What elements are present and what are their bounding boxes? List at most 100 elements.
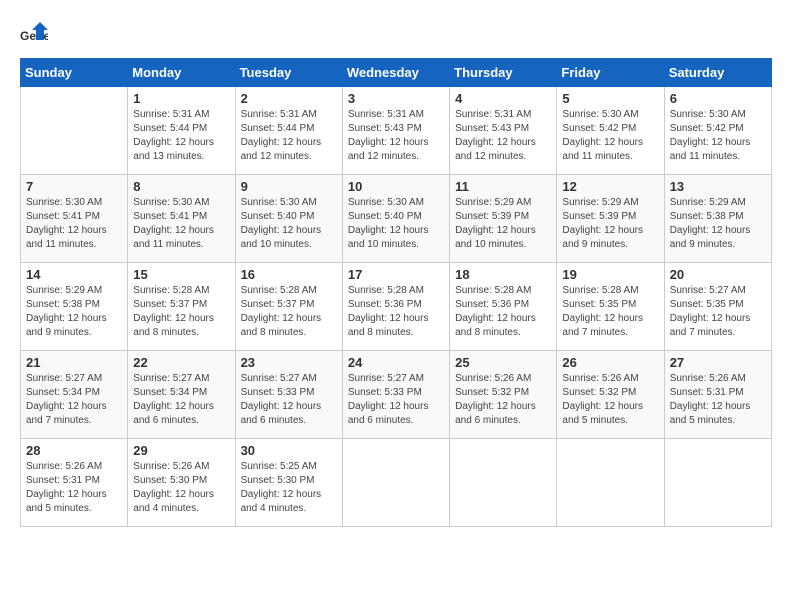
day-number: 16 bbox=[241, 267, 337, 282]
day-number: 17 bbox=[348, 267, 444, 282]
calendar-cell: 12 Sunrise: 5:29 AM Sunset: 5:39 PM Dayli… bbox=[557, 175, 664, 263]
header-cell-thursday: Thursday bbox=[450, 59, 557, 87]
calendar-cell: 10 Sunrise: 5:30 AM Sunset: 5:40 PM Dayli… bbox=[342, 175, 449, 263]
calendar-cell: 7 Sunrise: 5:30 AM Sunset: 5:41 PM Daylig… bbox=[21, 175, 128, 263]
calendar-cell bbox=[557, 439, 664, 527]
calendar-cell bbox=[21, 87, 128, 175]
day-detail: Sunrise: 5:29 AM Sunset: 5:39 PM Dayligh… bbox=[455, 196, 551, 252]
day-detail: Sunrise: 5:30 AM Sunset: 5:41 PM Dayligh… bbox=[26, 196, 122, 252]
day-detail: Sunrise: 5:28 AM Sunset: 5:37 PM Dayligh… bbox=[241, 284, 337, 340]
day-number: 2 bbox=[241, 91, 337, 106]
day-number: 25 bbox=[455, 355, 551, 370]
day-detail: Sunrise: 5:30 AM Sunset: 5:42 PM Dayligh… bbox=[670, 108, 766, 164]
week-row-5: 28Sunrise: 5:26 AM Sunset: 5:31 PM Dayli… bbox=[21, 439, 772, 527]
calendar-cell: 25 Sunrise: 5:26 AM Sunset: 5:32 PM Dayli… bbox=[450, 351, 557, 439]
calendar-cell: 21 Sunrise: 5:27 AM Sunset: 5:34 PM Dayli… bbox=[21, 351, 128, 439]
day-number: 19 bbox=[562, 267, 658, 282]
day-number: 20 bbox=[670, 267, 766, 282]
calendar-cell: 20 Sunrise: 5:27 AM Sunset: 5:35 PM Dayli… bbox=[664, 263, 771, 351]
day-number: 23 bbox=[241, 355, 337, 370]
day-number: 10 bbox=[348, 179, 444, 194]
calendar-cell: 14 Sunrise: 5:29 AM Sunset: 5:38 PM Dayli… bbox=[21, 263, 128, 351]
day-detail: Sunrise: 5:30 AM Sunset: 5:40 PM Dayligh… bbox=[348, 196, 444, 252]
calendar-header: SundayMondayTuesdayWednesdayThursdayFrid… bbox=[21, 59, 772, 87]
calendar-cell: 5Sunrise: 5:30 AM Sunset: 5:42 PM Daylig… bbox=[557, 87, 664, 175]
day-number: 26 bbox=[562, 355, 658, 370]
day-detail: Sunrise: 5:27 AM Sunset: 5:35 PM Dayligh… bbox=[670, 284, 766, 340]
day-number: 22 bbox=[133, 355, 229, 370]
day-detail: Sunrise: 5:28 AM Sunset: 5:36 PM Dayligh… bbox=[455, 284, 551, 340]
day-number: 8 bbox=[133, 179, 229, 194]
calendar-cell: 29Sunrise: 5:26 AM Sunset: 5:30 PM Dayli… bbox=[128, 439, 235, 527]
day-number: 4 bbox=[455, 91, 551, 106]
calendar-cell: 15 Sunrise: 5:28 AM Sunset: 5:37 PM Dayli… bbox=[128, 263, 235, 351]
header-cell-saturday: Saturday bbox=[664, 59, 771, 87]
day-number: 30 bbox=[241, 443, 337, 458]
calendar-cell: 16 Sunrise: 5:28 AM Sunset: 5:37 PM Dayli… bbox=[235, 263, 342, 351]
week-row-2: 7 Sunrise: 5:30 AM Sunset: 5:41 PM Daylig… bbox=[21, 175, 772, 263]
day-number: 27 bbox=[670, 355, 766, 370]
day-detail: Sunrise: 5:26 AM Sunset: 5:30 PM Dayligh… bbox=[133, 460, 229, 516]
day-detail: Sunrise: 5:31 AM Sunset: 5:43 PM Dayligh… bbox=[348, 108, 444, 164]
day-number: 12 bbox=[562, 179, 658, 194]
day-detail: Sunrise: 5:27 AM Sunset: 5:33 PM Dayligh… bbox=[348, 372, 444, 428]
day-detail: Sunrise: 5:30 AM Sunset: 5:40 PM Dayligh… bbox=[241, 196, 337, 252]
day-detail: Sunrise: 5:31 AM Sunset: 5:44 PM Dayligh… bbox=[241, 108, 337, 164]
calendar-cell: 24 Sunrise: 5:27 AM Sunset: 5:33 PM Dayli… bbox=[342, 351, 449, 439]
day-number: 1 bbox=[133, 91, 229, 106]
week-row-1: 1 Sunrise: 5:31 AM Sunset: 5:44 PM Daylig… bbox=[21, 87, 772, 175]
day-detail: Sunrise: 5:31 AM Sunset: 5:43 PM Dayligh… bbox=[455, 108, 551, 164]
day-detail: Sunrise: 5:27 AM Sunset: 5:34 PM Dayligh… bbox=[26, 372, 122, 428]
calendar-cell: 8 Sunrise: 5:30 AM Sunset: 5:41 PM Daylig… bbox=[128, 175, 235, 263]
calendar-cell bbox=[450, 439, 557, 527]
day-number: 13 bbox=[670, 179, 766, 194]
calendar-cell: 28Sunrise: 5:26 AM Sunset: 5:31 PM Dayli… bbox=[21, 439, 128, 527]
day-detail: Sunrise: 5:28 AM Sunset: 5:37 PM Dayligh… bbox=[133, 284, 229, 340]
day-number: 6 bbox=[670, 91, 766, 106]
calendar-cell: 2 Sunrise: 5:31 AM Sunset: 5:44 PM Daylig… bbox=[235, 87, 342, 175]
day-detail: Sunrise: 5:27 AM Sunset: 5:33 PM Dayligh… bbox=[241, 372, 337, 428]
day-number: 21 bbox=[26, 355, 122, 370]
header-cell-sunday: Sunday bbox=[21, 59, 128, 87]
calendar-cell: 4 Sunrise: 5:31 AM Sunset: 5:43 PM Daylig… bbox=[450, 87, 557, 175]
day-number: 24 bbox=[348, 355, 444, 370]
day-number: 11 bbox=[455, 179, 551, 194]
day-detail: Sunrise: 5:26 AM Sunset: 5:32 PM Dayligh… bbox=[562, 372, 658, 428]
calendar-cell: 9 Sunrise: 5:30 AM Sunset: 5:40 PM Daylig… bbox=[235, 175, 342, 263]
calendar-cell: 26 Sunrise: 5:26 AM Sunset: 5:32 PM Dayli… bbox=[557, 351, 664, 439]
calendar-cell: 22 Sunrise: 5:27 AM Sunset: 5:34 PM Dayli… bbox=[128, 351, 235, 439]
calendar-cell: 19Sunrise: 5:28 AM Sunset: 5:35 PM Dayli… bbox=[557, 263, 664, 351]
calendar-body: 1 Sunrise: 5:31 AM Sunset: 5:44 PM Daylig… bbox=[21, 87, 772, 527]
day-number: 14 bbox=[26, 267, 122, 282]
calendar-cell: 3 Sunrise: 5:31 AM Sunset: 5:43 PM Daylig… bbox=[342, 87, 449, 175]
week-row-3: 14 Sunrise: 5:29 AM Sunset: 5:38 PM Dayli… bbox=[21, 263, 772, 351]
calendar-cell: 13 Sunrise: 5:29 AM Sunset: 5:38 PM Dayli… bbox=[664, 175, 771, 263]
header-cell-monday: Monday bbox=[128, 59, 235, 87]
day-detail: Sunrise: 5:28 AM Sunset: 5:36 PM Dayligh… bbox=[348, 284, 444, 340]
header-cell-tuesday: Tuesday bbox=[235, 59, 342, 87]
day-detail: Sunrise: 5:25 AM Sunset: 5:30 PM Dayligh… bbox=[241, 460, 337, 516]
logo-icon: General bbox=[20, 20, 48, 48]
day-detail: Sunrise: 5:29 AM Sunset: 5:38 PM Dayligh… bbox=[26, 284, 122, 340]
day-number: 15 bbox=[133, 267, 229, 282]
day-number: 18 bbox=[455, 267, 551, 282]
calendar-cell: 17 Sunrise: 5:28 AM Sunset: 5:36 PM Dayli… bbox=[342, 263, 449, 351]
week-row-4: 21 Sunrise: 5:27 AM Sunset: 5:34 PM Dayli… bbox=[21, 351, 772, 439]
day-detail: Sunrise: 5:29 AM Sunset: 5:38 PM Dayligh… bbox=[670, 196, 766, 252]
logo: General bbox=[20, 20, 52, 48]
day-detail: Sunrise: 5:26 AM Sunset: 5:32 PM Dayligh… bbox=[455, 372, 551, 428]
day-number: 3 bbox=[348, 91, 444, 106]
calendar-cell: 27Sunrise: 5:26 AM Sunset: 5:31 PM Dayli… bbox=[664, 351, 771, 439]
day-detail: Sunrise: 5:29 AM Sunset: 5:39 PM Dayligh… bbox=[562, 196, 658, 252]
day-number: 5 bbox=[562, 91, 658, 106]
header: General bbox=[20, 20, 772, 48]
day-number: 9 bbox=[241, 179, 337, 194]
calendar-cell: 30 Sunrise: 5:25 AM Sunset: 5:30 PM Dayli… bbox=[235, 439, 342, 527]
calendar-table: SundayMondayTuesdayWednesdayThursdayFrid… bbox=[20, 58, 772, 527]
day-detail: Sunrise: 5:30 AM Sunset: 5:41 PM Dayligh… bbox=[133, 196, 229, 252]
day-number: 7 bbox=[26, 179, 122, 194]
calendar-cell bbox=[664, 439, 771, 527]
calendar-cell: 1Sunrise: 5:31 AM Sunset: 5:44 PM Daylig… bbox=[128, 87, 235, 175]
day-detail: Sunrise: 5:26 AM Sunset: 5:31 PM Dayligh… bbox=[26, 460, 122, 516]
day-detail: Sunrise: 5:27 AM Sunset: 5:34 PM Dayligh… bbox=[133, 372, 229, 428]
